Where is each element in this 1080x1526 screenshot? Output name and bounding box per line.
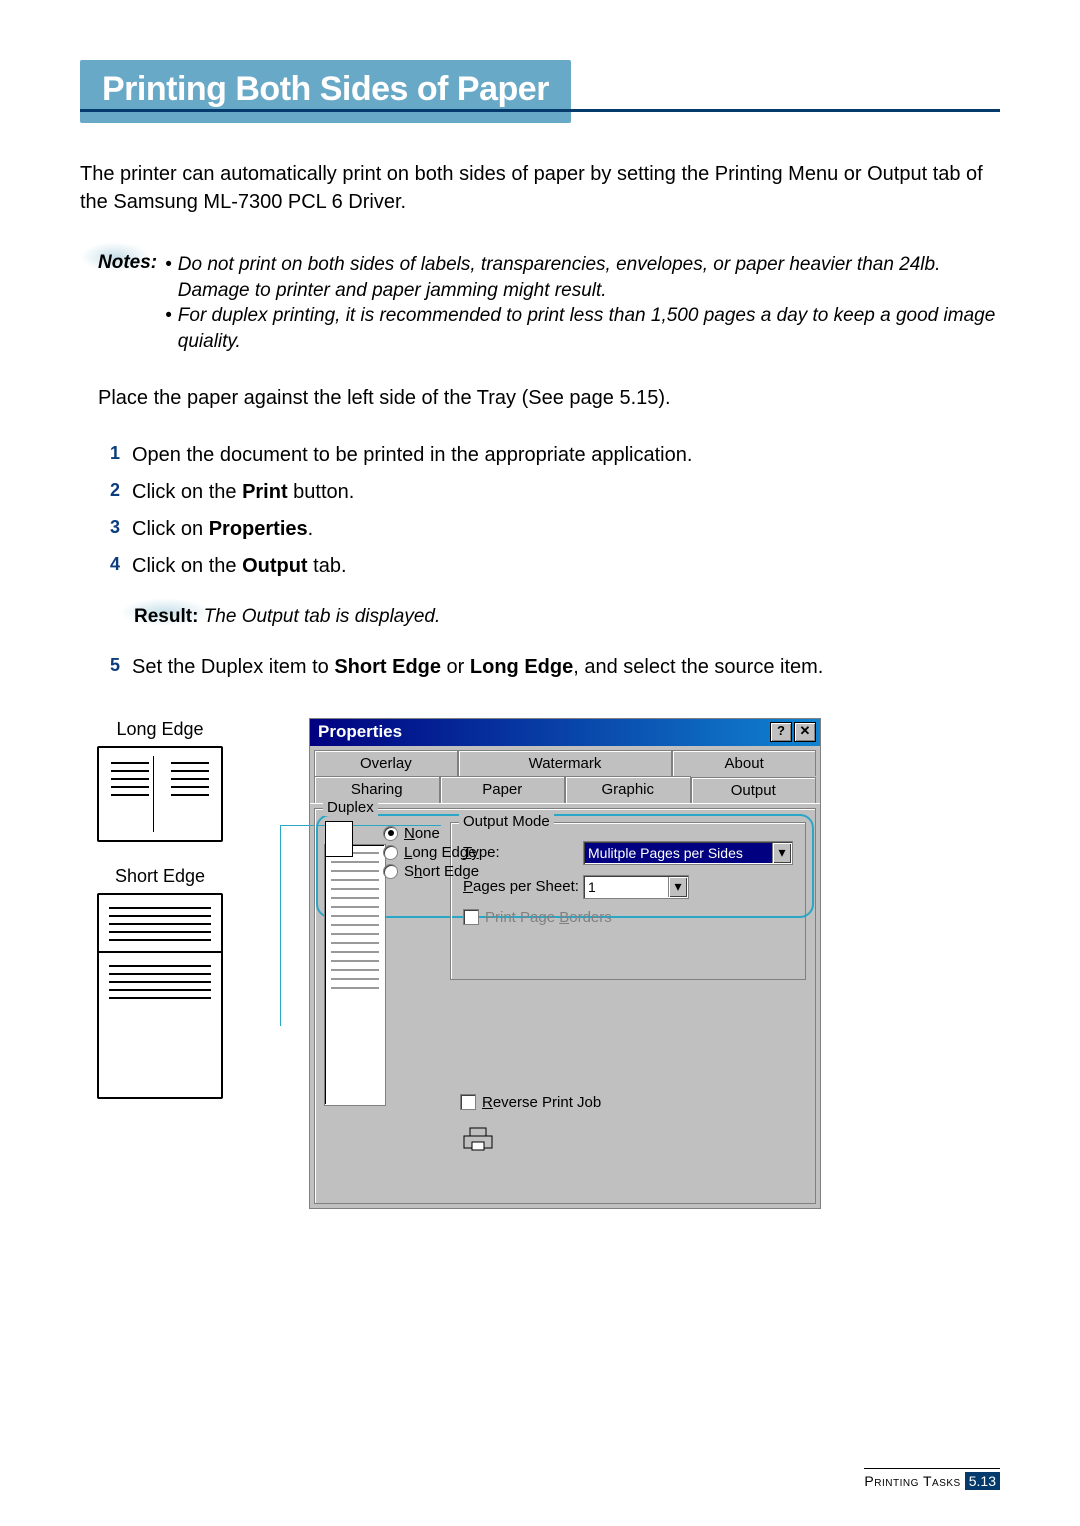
long-edge-label: Long Edge: [90, 719, 230, 740]
step-num-3: 3: [98, 514, 120, 542]
reverse-checkbox[interactable]: [460, 1094, 476, 1110]
long-edge-diagram: [97, 746, 223, 842]
step-3: Click on Properties.: [132, 514, 313, 545]
note-2: For duplex printing, it is recommended t…: [178, 303, 1000, 354]
duplex-group-highlight: Duplex None Long Edge Short Edge: [320, 818, 810, 914]
reverse-label: Reverse Print Job: [482, 1094, 601, 1111]
tab-strip: Overlay Watermark About Sharing Paper Gr…: [310, 746, 820, 803]
tab-paper[interactable]: Paper: [440, 776, 566, 803]
note-1: Do not print on both sides of labels, tr…: [178, 252, 1000, 303]
tab-watermark[interactable]: Watermark: [458, 750, 673, 776]
result-line: Result: The Output tab is displayed.: [134, 606, 1000, 628]
intro-paragraph: The printer can automatically print on b…: [80, 160, 1000, 216]
step-4: Click on the Output tab.: [132, 551, 347, 582]
tab-about[interactable]: About: [672, 750, 816, 776]
step-5: Set the Duplex item to Short Edge or Lon…: [132, 652, 823, 683]
duplex-legend: Duplex: [323, 799, 378, 816]
step-1: Open the document to be printed in the a…: [132, 440, 692, 471]
notes-label: Notes:: [98, 252, 165, 355]
step-num-1: 1: [98, 440, 120, 468]
duplex-long-radio[interactable]: [383, 845, 398, 860]
notes-list: •Do not print on both sides of labels, t…: [165, 252, 1000, 355]
close-button[interactable]: ✕: [794, 722, 816, 742]
tab-overlay[interactable]: Overlay: [314, 750, 458, 776]
page-title: Printing Both Sides of Paper: [80, 60, 571, 123]
tab-output[interactable]: Output: [691, 777, 817, 804]
place-paper-text: Place the paper against the left side of…: [98, 387, 1000, 410]
step-list-2: 5 Set the Duplex item to Short Edge or Lo…: [98, 652, 1000, 683]
printer-icon: [460, 1126, 496, 1152]
step-num-5: 5: [98, 652, 120, 680]
page-icon: [325, 821, 353, 857]
short-edge-label: Short Edge: [90, 866, 230, 887]
short-edge-diagram: [97, 893, 223, 1099]
help-button[interactable]: ?: [770, 722, 792, 742]
duplex-short-label: Short Edge: [404, 863, 479, 880]
duplex-short-radio[interactable]: [383, 864, 398, 879]
step-list: 1 Open the document to be printed in the …: [98, 440, 1000, 582]
dialog-title: Properties: [318, 722, 770, 742]
duplex-none-radio[interactable]: [383, 826, 398, 841]
duplex-none-label: None: [404, 825, 440, 842]
tab-graphic[interactable]: Graphic: [565, 776, 691, 803]
properties-dialog: Properties ? ✕ Overlay Watermark About S…: [310, 719, 820, 1208]
step-num-2: 2: [98, 477, 120, 505]
step-2: Click on the Print button.: [132, 477, 354, 508]
step-num-4: 4: [98, 551, 120, 579]
duplex-long-label: Long Edge: [404, 844, 477, 861]
page-footer: Printing Tasks 5.13: [864, 1468, 1000, 1490]
